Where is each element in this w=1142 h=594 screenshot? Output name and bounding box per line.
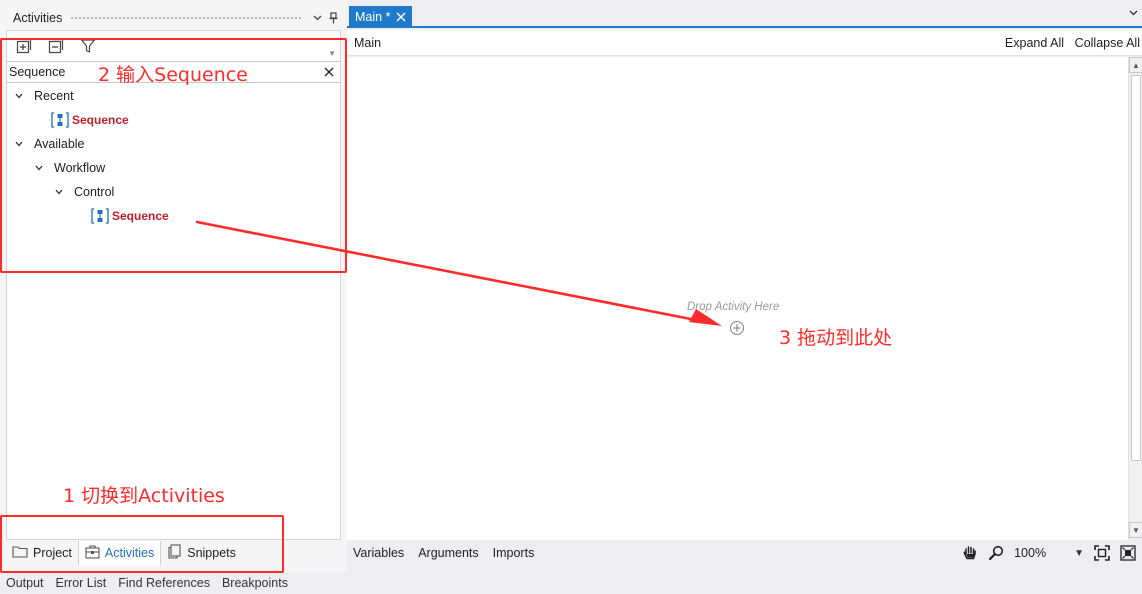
arguments-tab[interactable]: Arguments [412, 546, 486, 560]
annotation-step-3: 3 拖动到此处 [779, 327, 893, 349]
imports-tab[interactable]: Imports [487, 546, 543, 560]
hand-pan-icon[interactable] [962, 545, 978, 561]
zoom-dropdown-icon[interactable]: ▼ [1074, 548, 1084, 559]
annotation-step-2: 2 输入Sequence [98, 64, 248, 86]
designer-breadcrumb-bar: Main Expand All Collapse All [347, 30, 1142, 56]
breadcrumb[interactable]: Main [354, 36, 381, 50]
annotation-box-tabs [0, 515, 284, 573]
zoom-controls: 100% ▼ [962, 543, 1136, 563]
scroll-up-arrow-icon[interactable]: ▲ [1129, 57, 1142, 73]
designer-canvas[interactable]: Drop Activity Here [347, 57, 1128, 540]
annotation-step-1: 1 切换到Activities [63, 485, 225, 507]
pin-icon[interactable] [325, 10, 341, 26]
panel-header: Activities [6, 6, 341, 30]
zoom-level[interactable]: 100% [1014, 546, 1046, 560]
close-icon[interactable] [396, 10, 406, 25]
panel-drag-grip[interactable] [70, 15, 301, 21]
variables-tab[interactable]: Variables [347, 546, 412, 560]
bottom-tool-tabs: Output Error List Find References Breakp… [0, 572, 347, 594]
fit-to-screen-icon[interactable] [1094, 545, 1110, 561]
studio-window: Activities ▼ Sequence Recent Sequence Av… [0, 0, 1142, 594]
panel-menu-chevron-icon[interactable] [309, 10, 325, 26]
tab-output[interactable]: Output [0, 572, 50, 594]
tab-main[interactable]: Main * [349, 6, 413, 28]
tab-find-references[interactable]: Find References [112, 572, 216, 594]
tab-breakpoints[interactable]: Breakpoints [216, 572, 294, 594]
vertical-scrollbar[interactable]: ▲ ▼ [1128, 57, 1142, 540]
panel-title: Activities [13, 11, 63, 25]
drop-activity-hint: Drop Activity Here [687, 301, 780, 313]
tab-label: Main * [355, 10, 391, 24]
scrollbar-thumb[interactable] [1131, 75, 1141, 461]
document-tab-bar: Main * [347, 0, 1142, 28]
designer-footer: Variables Arguments Imports 100% ▼ [347, 541, 1142, 565]
add-activity-plus-icon[interactable] [729, 320, 745, 339]
collapse-all-button[interactable]: Collapse All [1075, 36, 1140, 50]
zoom-magnifier-icon[interactable] [988, 545, 1004, 561]
tab-list-chevron-down-icon[interactable] [1129, 8, 1138, 19]
status-strip [347, 565, 1142, 594]
expand-all-button[interactable]: Expand All [1005, 36, 1064, 50]
overview-map-icon[interactable] [1120, 545, 1136, 561]
tab-error-list[interactable]: Error List [50, 572, 113, 594]
scroll-down-arrow-icon[interactable]: ▼ [1129, 522, 1142, 538]
